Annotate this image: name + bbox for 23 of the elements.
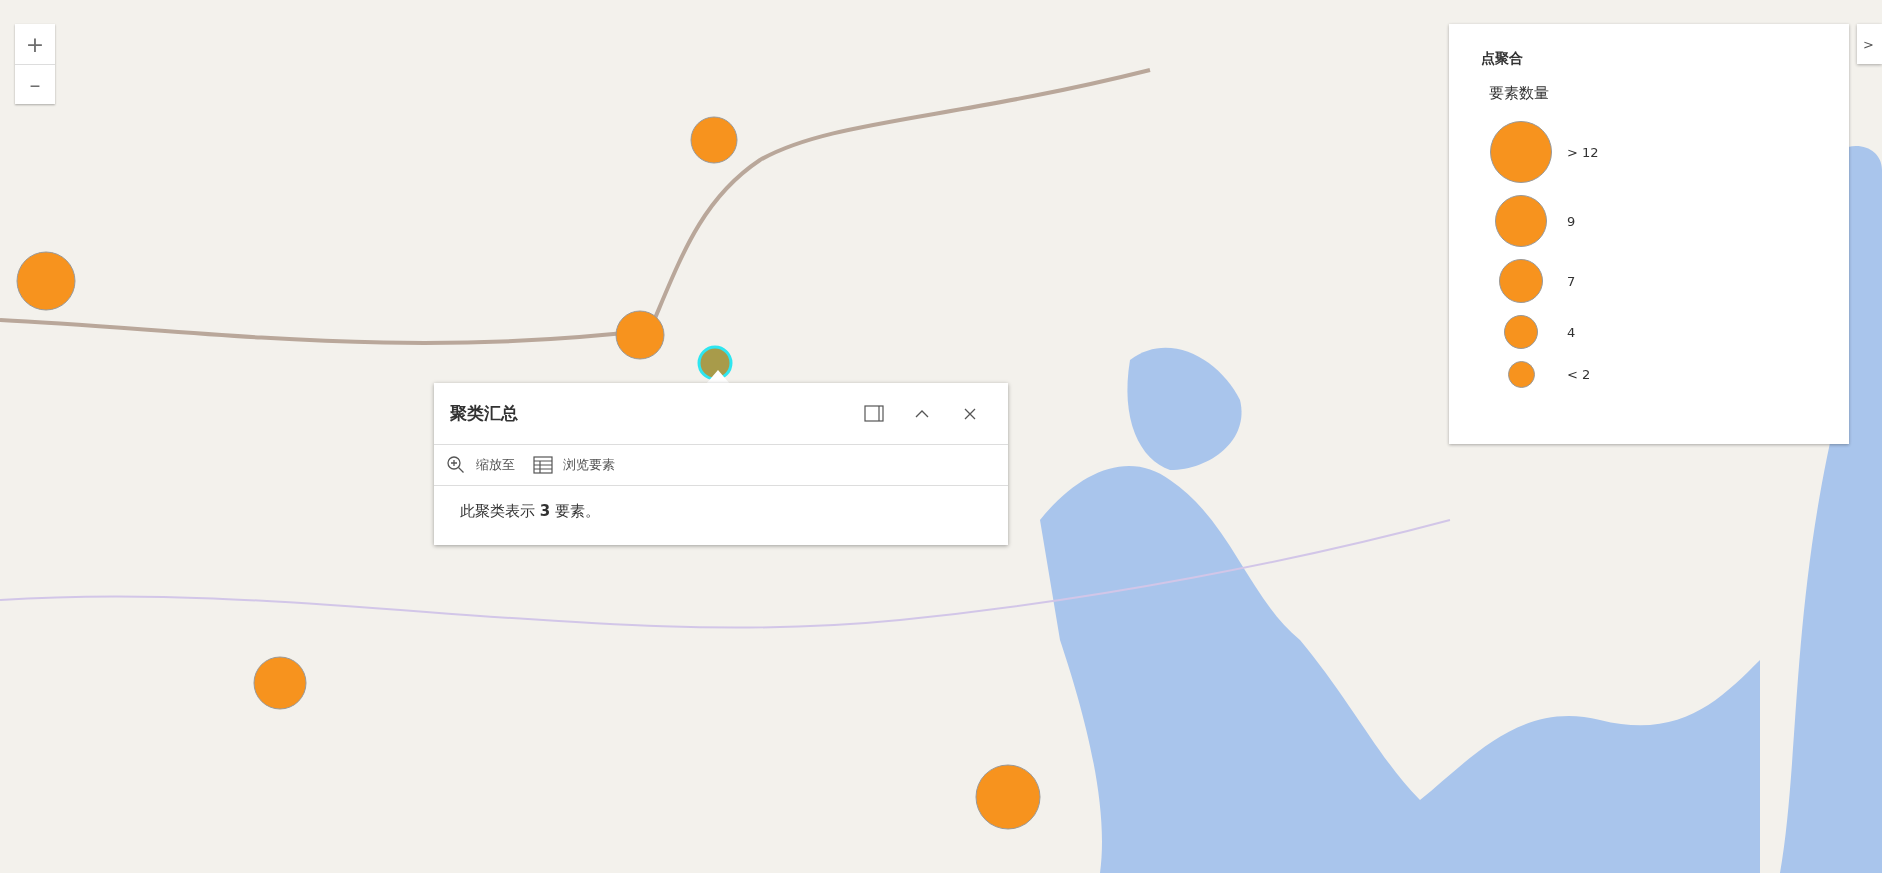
zoom-action[interactable]: 缩放至	[446, 455, 515, 475]
zoom-button[interactable]: +	[15, 24, 55, 64]
close-icon	[964, 407, 976, 420]
chevron-up-icon	[915, 409, 929, 418]
cluster-symbol-icon	[1495, 195, 1547, 247]
legend-label: > 12	[1567, 144, 1599, 160]
zoom-in-icon	[446, 455, 466, 475]
legend-label: < 2	[1567, 367, 1591, 382]
zoom-button[interactable]: –	[15, 64, 55, 104]
legend-field: 要素数量	[1489, 84, 1817, 103]
table-icon	[533, 456, 553, 474]
dock-icon	[864, 405, 884, 422]
popup-content: 此聚类表示 3 要素。	[459, 501, 601, 522]
collapse-button[interactable]: >	[1857, 24, 1882, 64]
legend-label: 9	[1567, 213, 1576, 229]
legend-label: 4	[1567, 324, 1576, 340]
browse-action[interactable]: 浏览要素	[533, 456, 615, 474]
cluster-symbol-icon	[1504, 315, 1538, 349]
legend-title: 点聚合	[1481, 50, 1524, 68]
cluster-symbol-icon	[1499, 259, 1543, 303]
legend-label: 7	[1567, 273, 1576, 289]
popup-title: 聚类汇总	[450, 402, 519, 425]
cluster-symbol-icon	[1507, 361, 1535, 388]
